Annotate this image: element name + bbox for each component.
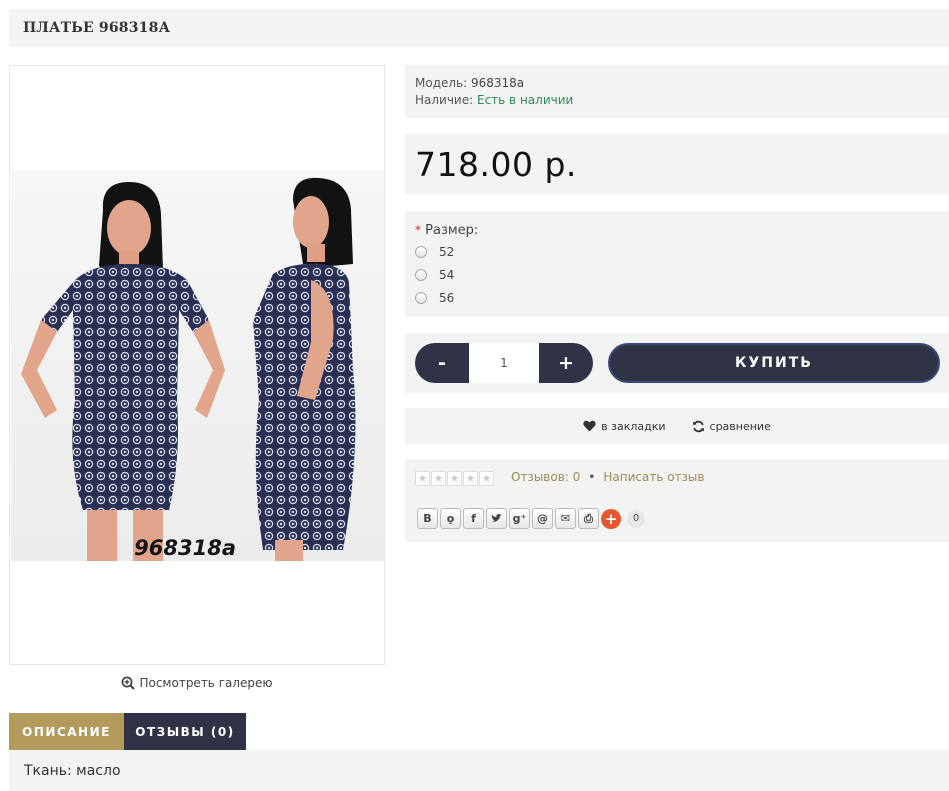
product-info-panel: Модель: 968318а Наличие: Есть в наличии [405, 65, 949, 118]
write-review-link[interactable]: Написать отзыв [603, 470, 704, 484]
tab-description[interactable]: ОПИСАНИЕ [9, 713, 124, 750]
title-bar: ПЛАТЬЕ 968318А [9, 9, 949, 47]
reviews-count-link[interactable]: Отзывов: 0 [511, 470, 580, 484]
rating-stars: ★ ★ ★ ★ ★ [415, 471, 494, 486]
email-icon[interactable]: ✉ [555, 508, 576, 529]
required-mark: * [415, 223, 421, 237]
size-label: Размер: [425, 223, 479, 238]
size-option-label: 52 [439, 244, 455, 259]
star-icon: ★ [447, 471, 462, 486]
quantity-increase-button[interactable]: + [539, 343, 593, 383]
size-option-52[interactable]: 52 [415, 240, 939, 263]
size-option-56[interactable]: 56 [415, 286, 939, 309]
dress-models-illustration [21, 177, 356, 561]
more-plus-icon[interactable]: + [601, 508, 621, 529]
product-code-watermark: 968318a [134, 536, 236, 560]
wishlist-compare-panel: в закладки сравнение [405, 408, 949, 444]
mail-ru-icon[interactable]: @ [532, 508, 553, 529]
model-label: Модель: [415, 76, 468, 90]
zoom-in-icon [121, 676, 136, 690]
buy-button[interactable]: КУПИТЬ [608, 343, 940, 383]
product-price: 718.00 р. [415, 144, 577, 184]
quantity-decrease-button[interactable]: - [415, 343, 469, 383]
reviews-links: Отзывов: 0 • Написать отзыв [511, 470, 704, 484]
wishlist-label: в закладки [601, 419, 666, 433]
add-to-wishlist-link[interactable]: в закладки [583, 419, 666, 433]
page-title: ПЛАТЬЕ 968318А [23, 20, 171, 36]
stock-row: Наличие: Есть в наличии [415, 92, 939, 109]
quantity-stepper: - 1 + [415, 343, 593, 383]
size-options-panel: * Размер: 52 54 56 [405, 211, 949, 317]
stock-label: Наличие: [415, 93, 474, 107]
buy-panel: - 1 + КУПИТЬ [405, 333, 949, 393]
separator-dot: • [588, 470, 596, 484]
view-gallery-link[interactable]: Посмотреть галерею [9, 676, 385, 690]
tab-reviews[interactable]: ОТЗЫВЫ (0) [124, 713, 246, 750]
google-plus-icon[interactable]: g⁺ [509, 508, 530, 529]
stock-status: Есть в наличии [477, 93, 574, 107]
compare-label: сравнение [709, 419, 771, 433]
quantity-input[interactable]: 1 [469, 343, 539, 383]
size-option-label: 54 [439, 267, 455, 282]
size-option-54[interactable]: 54 [415, 263, 939, 286]
heart-icon [583, 420, 596, 432]
size-radio[interactable] [415, 268, 427, 281]
product-photo[interactable]: 968318a [11, 170, 384, 561]
print-icon[interactable]: ⎙ [578, 508, 599, 529]
price-panel: 718.00 р. [405, 134, 949, 194]
description-content: Ткань: масло [9, 750, 949, 791]
size-radio[interactable] [415, 291, 427, 304]
size-option-label: 56 [439, 290, 455, 305]
star-icon: ★ [479, 471, 494, 486]
refresh-icon [692, 420, 704, 432]
add-to-compare-link[interactable]: сравнение [692, 420, 771, 433]
share-count: 0 [627, 509, 645, 528]
model-value: 968318а [471, 76, 525, 90]
reviews-share-panel: ★ ★ ★ ★ ★ Отзывов: 0 • Написать отзыв B … [405, 459, 949, 542]
facebook-icon[interactable]: f [463, 508, 484, 529]
star-icon: ★ [415, 471, 430, 486]
twitter-icon[interactable] [486, 508, 507, 529]
description-text: Ткань: масло [24, 762, 121, 779]
view-gallery-label: Посмотреть галерею [139, 676, 273, 690]
star-icon: ★ [463, 471, 478, 486]
share-buttons: B ọ f g⁺ @ ✉ ⎙ + 0 [417, 508, 645, 529]
product-image-frame[interactable]: 968318a [9, 65, 385, 665]
star-icon: ★ [431, 471, 446, 486]
size-label-row: * Размер: [415, 223, 939, 238]
size-radio[interactable] [415, 245, 427, 258]
vk-icon[interactable]: B [417, 508, 438, 529]
ok-icon[interactable]: ọ [440, 508, 461, 529]
model-row: Модель: 968318а [415, 75, 939, 92]
